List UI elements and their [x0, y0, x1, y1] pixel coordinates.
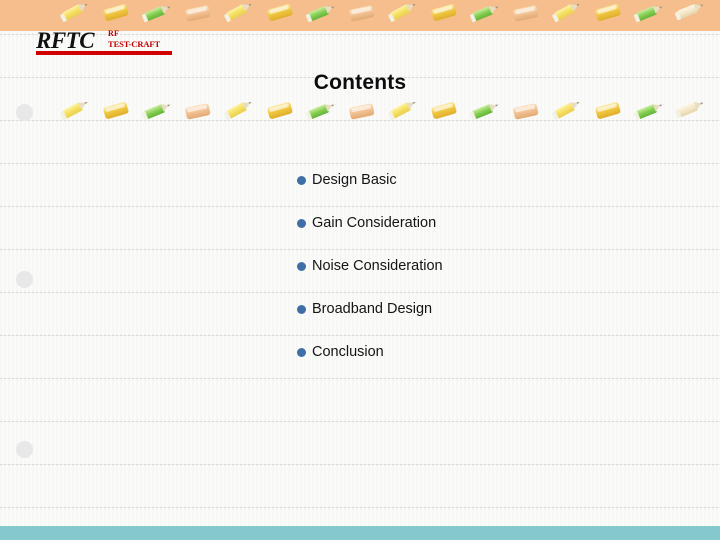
pencil-lead [658, 103, 663, 107]
pencil-highlight [432, 102, 454, 113]
bullet-dot-icon [297, 305, 306, 314]
bullet-dot-icon [297, 176, 306, 185]
pencil-cap [387, 110, 395, 120]
bullet-item-label: Gain Consideration [312, 215, 437, 231]
pencil-lead [330, 103, 335, 107]
bullet-dot-icon [297, 219, 306, 228]
footer-color-bar [0, 526, 720, 540]
bullet-item[interactable]: Broadband Design [297, 301, 697, 344]
bullet-item-label: Broadband Design [312, 301, 433, 317]
pencil-tip [569, 99, 580, 110]
pencil-body [390, 102, 412, 119]
logo-wordmark: RFTC [36, 28, 95, 53]
pencil-body [184, 103, 211, 120]
pencil-body [226, 102, 248, 119]
bullet-item[interactable]: Noise Consideration [297, 258, 697, 301]
pencil-highlight [514, 104, 536, 113]
pencil-cap [223, 110, 231, 120]
pencil-body [512, 103, 539, 120]
pencil-lead [494, 103, 499, 107]
pencil-lead [575, 100, 580, 105]
pencil-body [677, 101, 698, 118]
decorative-pencil-strip-middle [0, 98, 720, 130]
pencil-tip [77, 99, 88, 110]
bullet-item-label: Design Basic [312, 172, 397, 188]
rftc-logo: RFTC RF TEST-CRAFT [36, 29, 178, 57]
pencil-tip [693, 99, 704, 110]
pencil-body [636, 103, 657, 120]
pencil-body [430, 101, 458, 120]
top-color-band [0, 0, 720, 31]
slide-title: Contents [313, 71, 407, 94]
pencil-body [102, 101, 130, 120]
pencil-tip [405, 99, 416, 110]
pencil-tip [160, 101, 171, 112]
pencil-tip [241, 99, 252, 110]
pencil-cap [141, 111, 149, 121]
pencil-cap [551, 110, 559, 120]
presentation-slide: RFTC RF TEST-CRAFT Contents Design Basic… [0, 0, 720, 540]
pencil-body [472, 103, 493, 120]
bullet-item-label: Conclusion [312, 344, 384, 360]
bullet-item-label: Noise Consideration [312, 258, 443, 274]
bullet-item[interactable]: Gain Consideration [297, 215, 697, 258]
pencil-tip [488, 101, 499, 112]
pencil-cap [59, 110, 67, 120]
pencil-highlight [104, 102, 126, 113]
pencil-lead [166, 103, 171, 107]
pencil-lead [699, 101, 704, 105]
pencil-cap [674, 109, 682, 119]
pencil-body [594, 101, 622, 120]
pencil-cap [305, 111, 313, 121]
pencil-tip [324, 101, 335, 112]
pencil-body [554, 102, 576, 119]
contents-bullet-list: Design Basic Gain Consideration Noise Cons… [297, 172, 697, 387]
pencil-lead [83, 100, 88, 105]
pencil-lead [247, 100, 252, 105]
pencil-highlight [596, 102, 618, 113]
logo-subtitle-line2: TEST-CRAFT [108, 39, 161, 49]
pencil-body [266, 101, 294, 120]
bullet-dot-icon [297, 348, 306, 357]
bullet-dot-icon [297, 262, 306, 271]
pencil-body [62, 102, 84, 119]
pencil-highlight [268, 102, 290, 113]
pencil-body [144, 103, 165, 120]
pencil-highlight [186, 104, 208, 113]
pencil-lead [411, 100, 416, 105]
bullet-item[interactable]: Design Basic [297, 172, 697, 215]
decorative-left-dot-3 [16, 441, 33, 458]
decorative-left-dot-1 [16, 104, 33, 121]
bullet-item[interactable]: Conclusion [297, 344, 697, 387]
pencil-cap [469, 111, 477, 121]
pencil-cap [633, 111, 641, 121]
pencil-body [348, 103, 375, 120]
logo-underline-bar [36, 51, 172, 55]
pencil-highlight [350, 104, 372, 113]
pencil-tip [652, 101, 663, 112]
pencil-body [308, 103, 329, 120]
decorative-left-dot-2 [16, 271, 33, 288]
logo-subtitle-line1: RF [108, 29, 120, 38]
